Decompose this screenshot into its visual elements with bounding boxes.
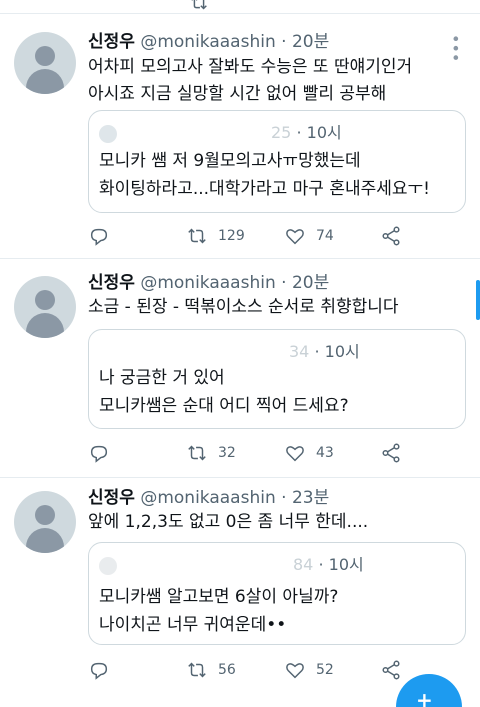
tweet-header: 신정우 @monikaaashin · 20분 bbox=[88, 272, 329, 294]
tweet-3[interactable]: 신정우 @monikaaashin · 23분 앞에 1,2,3도 없고 0은 … bbox=[0, 478, 480, 707]
tweet-time[interactable]: 20분 bbox=[292, 273, 329, 293]
retweet-icon bbox=[188, 228, 206, 244]
like-icon bbox=[286, 663, 304, 679]
quoted-time: 10시 bbox=[324, 342, 360, 361]
avatar[interactable] bbox=[14, 491, 76, 553]
retweet-button[interactable]: 129 bbox=[186, 224, 245, 248]
tweet-actions: 129 74 bbox=[88, 224, 418, 248]
quoted-handle-fragment: 34 bbox=[289, 342, 310, 361]
separator-dot: · bbox=[296, 123, 302, 142]
tweet-header: 신정우 @monikaaashin · 23분 bbox=[88, 487, 329, 509]
quoted-tweet-header: 84 · 10시 bbox=[99, 551, 364, 575]
reply-icon bbox=[90, 445, 108, 463]
quoted-tweet[interactable]: 34 · 10시 나 궁금한 거 있어 모니카쌤은 순대 어디 찍어 드세요? bbox=[88, 329, 466, 429]
quoted-tweet[interactable]: 25 · 10시 모니카 쌤 저 9월모의고사ㅠ망했는데 화이팅하라고...대학… bbox=[88, 110, 466, 213]
quoted-handle-fragment: 84 bbox=[293, 555, 314, 574]
like-icon bbox=[286, 229, 304, 245]
retweet-icon bbox=[188, 445, 206, 461]
retweet-count: 32 bbox=[218, 445, 236, 461]
quoted-tweet-header: 25 · 10시 bbox=[99, 119, 342, 143]
tweet-header: 신정우 @monikaaashin · 20분 bbox=[88, 31, 329, 53]
tweet-1[interactable]: 신정우 @monikaaashin · 20분 ••• 어차피 모의고사 잘봐도… bbox=[0, 14, 480, 259]
tweet-text-line: 소금 - 된장 - 떡볶이소스 순서로 취향합니다 bbox=[88, 297, 399, 317]
tweet-2[interactable]: 신정우 @monikaaashin · 20분 소금 - 된장 - 떡볶이소스 … bbox=[0, 259, 480, 478]
quoted-text-line: 모니카쌤은 순대 어디 찍어 드세요? bbox=[99, 396, 349, 416]
tweet-time[interactable]: 23분 bbox=[292, 488, 329, 508]
separator-dot: · bbox=[281, 32, 287, 52]
like-count: 74 bbox=[316, 228, 334, 244]
retweet-button[interactable]: 56 bbox=[186, 658, 236, 682]
author-handle[interactable]: @monikaaashin bbox=[140, 32, 275, 52]
separator-dot: · bbox=[281, 273, 287, 293]
tweet-text: 소금 - 된장 - 떡볶이소스 순서로 취향합니다 bbox=[88, 294, 468, 321]
like-count: 43 bbox=[316, 445, 334, 461]
avatar[interactable] bbox=[14, 276, 76, 338]
share-icon bbox=[382, 660, 400, 680]
tweet-text-line: 아시죠 지금 실망할 시간 없어 빨리 공부해 bbox=[88, 84, 387, 104]
quoted-tweet[interactable]: 84 · 10시 모니카쌤 알고보면 6살이 아닐까? 나이치곤 너무 귀여운데… bbox=[88, 542, 466, 645]
quoted-text: 나 궁금한 거 있어 모니카쌤은 순대 어디 찍어 드세요? bbox=[99, 364, 349, 420]
quoted-text-line: 나 궁금한 거 있어 bbox=[99, 368, 225, 388]
previous-tweet-stub bbox=[0, 0, 480, 14]
quoted-author-redacted bbox=[121, 128, 271, 140]
quoted-author-redacted bbox=[99, 347, 289, 359]
like-button[interactable]: 74 bbox=[284, 224, 334, 248]
quoted-time: 10시 bbox=[328, 555, 364, 574]
like-button[interactable]: 43 bbox=[284, 441, 334, 465]
reply-button[interactable] bbox=[88, 658, 110, 682]
quoted-avatar bbox=[99, 124, 117, 143]
separator-dot: · bbox=[318, 555, 324, 574]
separator-dot: · bbox=[314, 342, 320, 361]
reply-button[interactable] bbox=[88, 441, 110, 465]
share-button[interactable] bbox=[380, 224, 402, 248]
tweet-text-line: 앞에 1,2,3도 없고 0은 좀 너무 한데.... bbox=[88, 512, 369, 532]
quoted-tweet-header: 34 · 10시 bbox=[99, 338, 360, 362]
share-icon bbox=[382, 443, 400, 463]
quoted-text: 모니카쌤 알고보면 6살이 아닐까? 나이치곤 너무 귀여운데•• bbox=[99, 583, 338, 639]
quoted-time: 10시 bbox=[306, 123, 342, 142]
quoted-author-redacted bbox=[121, 560, 293, 572]
author-handle[interactable]: @monikaaashin bbox=[140, 488, 275, 508]
share-icon bbox=[382, 226, 400, 246]
quoted-text: 모니카 쌤 저 9월모의고사ㅠ망했는데 화이팅하라고...대학가라고 마구 혼내… bbox=[99, 147, 430, 203]
quoted-text-line: 모니카 쌤 저 9월모의고사ㅠ망했는데 bbox=[99, 151, 361, 171]
author-name[interactable]: 신정우 bbox=[88, 273, 135, 293]
quoted-text-line: 나이치곤 너무 귀여운데•• bbox=[99, 615, 287, 635]
tweet-text-line: 어차피 모의고사 잘봐도 수능은 또 딴얘기인거 bbox=[88, 57, 413, 77]
tweet-text: 앞에 1,2,3도 없고 0은 좀 너무 한데.... bbox=[88, 509, 468, 536]
retweet-icon[interactable] bbox=[188, 0, 210, 14]
quoted-text-line: 모니카쌤 알고보면 6살이 아닐까? bbox=[99, 587, 339, 607]
like-count: 52 bbox=[316, 662, 334, 678]
retweet-icon bbox=[188, 662, 206, 678]
retweet-count: 56 bbox=[218, 662, 236, 678]
like-icon bbox=[286, 446, 304, 462]
compose-icon: + bbox=[416, 688, 433, 707]
quoted-text-line: 화이팅하라고...대학가라고 마구 혼내주세요ㅜ! bbox=[99, 179, 430, 199]
retweet-count: 129 bbox=[218, 228, 245, 244]
reply-icon bbox=[90, 662, 108, 680]
author-name[interactable]: 신정우 bbox=[88, 32, 135, 52]
tweet-text: 어차피 모의고사 잘봐도 수능은 또 딴얘기인거 아시죠 지금 실망할 시간 없… bbox=[88, 54, 468, 108]
avatar[interactable] bbox=[14, 32, 76, 94]
author-handle[interactable]: @monikaaashin bbox=[140, 273, 275, 293]
separator-dot: · bbox=[281, 488, 287, 508]
author-name[interactable]: 신정우 bbox=[88, 488, 135, 508]
share-button[interactable] bbox=[380, 658, 402, 682]
quoted-avatar bbox=[99, 556, 117, 575]
share-button[interactable] bbox=[380, 441, 402, 465]
reply-icon bbox=[90, 228, 108, 246]
reply-button[interactable] bbox=[88, 224, 110, 248]
quoted-handle-fragment: 25 bbox=[271, 123, 292, 142]
like-button[interactable]: 52 bbox=[284, 658, 334, 682]
retweet-button[interactable]: 32 bbox=[186, 441, 236, 465]
scroll-indicator[interactable] bbox=[476, 280, 480, 320]
tweet-actions: 32 43 bbox=[88, 441, 418, 465]
tweet-actions: 56 52 bbox=[88, 658, 418, 682]
tweet-time[interactable]: 20분 bbox=[292, 32, 329, 52]
